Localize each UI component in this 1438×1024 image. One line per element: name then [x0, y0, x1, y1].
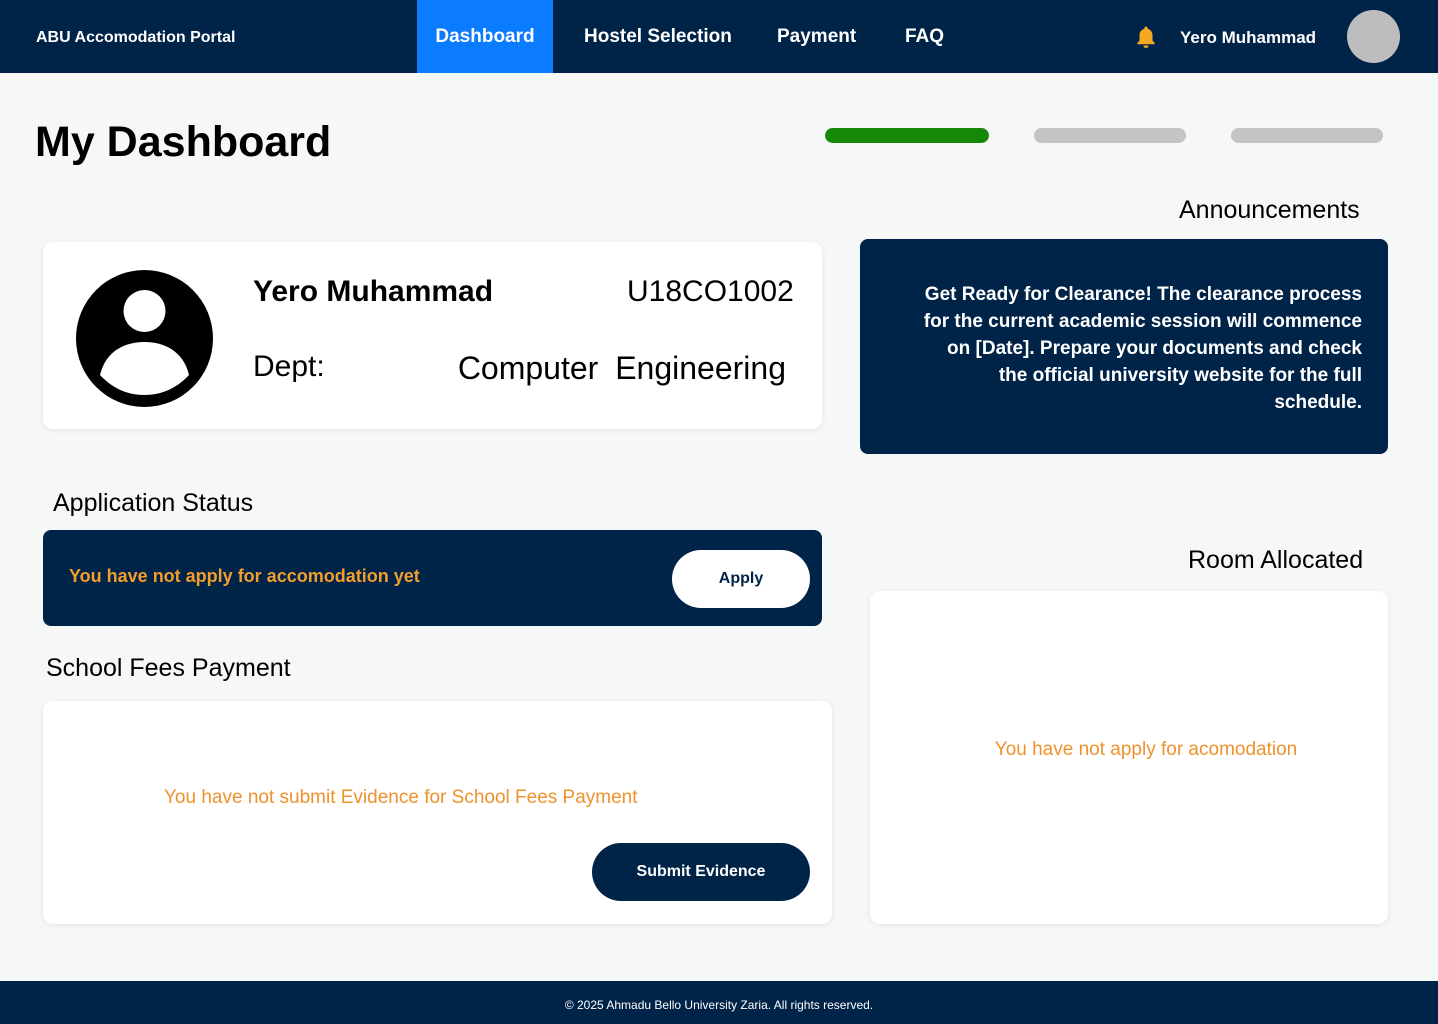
nav-dashboard[interactable]: Dashboard	[417, 0, 553, 73]
submit-evidence-button[interactable]: Submit Evidence	[592, 843, 810, 901]
nav-hostel-selection[interactable]: Hostel Selection	[584, 0, 732, 73]
page-title: My Dashboard	[35, 118, 332, 166]
profile-id: U18CO1002	[627, 275, 794, 308]
announcements-title: Announcements	[1179, 196, 1360, 224]
progress-step-1-fill	[825, 128, 989, 143]
room-allocated-title: Room Allocated	[1188, 546, 1364, 574]
profile-dept: Computer Engineering	[457, 350, 786, 386]
room-allocated-card: You have not apply for acomodation	[870, 591, 1388, 924]
application-status-message: You have not apply for accomodation yet	[69, 566, 420, 586]
application-status-title: Application Status	[53, 489, 254, 517]
user-avatar[interactable]	[1347, 10, 1400, 63]
school-fees-title: School Fees Payment	[46, 654, 291, 682]
profile-dept-label: Dept:	[253, 350, 325, 383]
footer-copyright: © 2025 Ahmadu Bello University Zaria. Al…	[564, 997, 874, 1012]
profile-name: Yero Muhammad	[253, 275, 494, 308]
footer: © 2025 Ahmadu Bello University Zaria. Al…	[0, 981, 1438, 1024]
profile-card: Yero Muhammad U18CO1002 Dept: Computer E…	[43, 242, 822, 429]
top-navbar: ABU Accomodation Portal Dashboard Hostel…	[0, 0, 1438, 73]
user-circle-icon	[76, 270, 213, 407]
school-fees-message: You have not submit Evidence for School …	[164, 787, 638, 808]
bell-icon[interactable]	[1135, 25, 1157, 49]
progress-step-2	[1034, 128, 1186, 143]
nav-payment[interactable]: Payment	[777, 0, 856, 73]
school-fees-card: You have not submit Evidence for School …	[43, 701, 832, 924]
nav-faq[interactable]: FAQ	[905, 0, 944, 73]
apply-button[interactable]: Apply	[672, 550, 810, 608]
room-allocated-message: You have not apply for acomodation	[994, 739, 1298, 760]
progress-step-1	[825, 128, 989, 143]
announcement-text: Get Ready for Clearance! The clearance p…	[923, 284, 1362, 413]
portal-brand[interactable]: ABU Accomodation Portal	[36, 29, 235, 47]
nav-user-name[interactable]: Yero Muhammad	[1180, 28, 1316, 48]
progress-step-3	[1231, 128, 1383, 143]
application-status-card: You have not apply for accomodation yet …	[43, 530, 822, 626]
announcements-card: Get Ready for Clearance! The clearance p…	[860, 239, 1388, 454]
